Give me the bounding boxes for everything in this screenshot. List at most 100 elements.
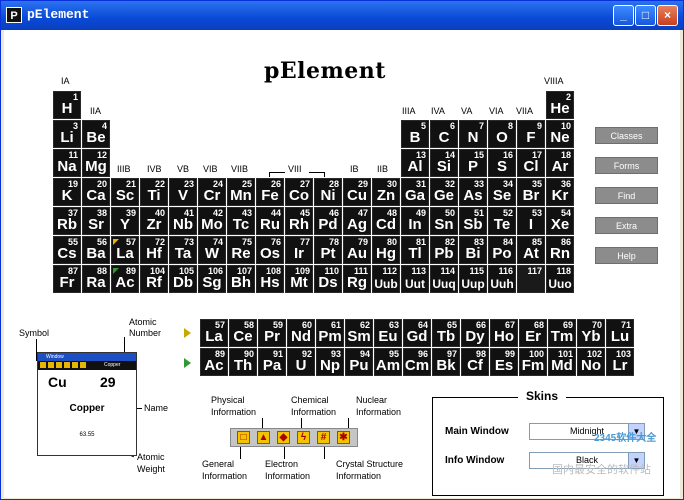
element-cell[interactable]: 104 Rf (140, 265, 168, 293)
element-cell[interactable]: 95 Am (374, 348, 402, 376)
element-cell[interactable]: 88 Ra (82, 265, 110, 293)
element-cell[interactable]: 42 Mo (198, 207, 226, 235)
element-cell[interactable]: 115 Uup (459, 265, 487, 293)
element-cell[interactable]: 36 Kr (546, 178, 574, 206)
element-cell[interactable]: 118 Uuo (546, 265, 574, 293)
element-cell[interactable]: 9F (517, 120, 545, 148)
element-cell[interactable]: 79 Au (343, 236, 371, 264)
element-cell[interactable]: 69 Tm (548, 319, 576, 347)
element-cell[interactable]: 25 Mn (227, 178, 255, 206)
element-cell[interactable]: 64 Gd (403, 319, 431, 347)
element-cell[interactable]: 117 (517, 265, 545, 293)
element-cell[interactable]: 24 Cr (198, 178, 226, 206)
minimize-button[interactable]: _ (613, 5, 634, 26)
element-cell[interactable]: 39 Y (111, 207, 139, 235)
element-cell[interactable]: 54 Xe (546, 207, 574, 235)
element-cell[interactable]: 22 Ti (140, 178, 168, 206)
element-cell[interactable]: 65 Tb (432, 319, 460, 347)
general-info-icon[interactable]: □ (237, 431, 250, 444)
element-cell[interactable]: 111 Rg (343, 265, 371, 293)
element-cell[interactable]: 114 Uuq (430, 265, 458, 293)
element-cell[interactable]: 49 In (401, 207, 429, 235)
element-cell[interactable]: 75 Re (227, 236, 255, 264)
element-cell[interactable]: 100 Fm (519, 348, 547, 376)
find-button[interactable]: Find (595, 187, 658, 204)
element-cell[interactable]: 10 Ne (546, 120, 574, 148)
element-cell[interactable]: 32 Ge (430, 178, 458, 206)
element-cell[interactable]: 70 Yb (577, 319, 605, 347)
element-cell[interactable]: 98 Cf (461, 348, 489, 376)
element-cell[interactable]: 47 Ag (343, 207, 371, 235)
element-cell[interactable]: 92 U (287, 348, 315, 376)
element-cell[interactable]: 108 Hs (256, 265, 284, 293)
element-cell[interactable]: 74 W (198, 236, 226, 264)
element-cell[interactable]: 45 Rh (285, 207, 313, 235)
element-cell[interactable]: 57 La (200, 319, 228, 347)
element-cell[interactable]: 50 Sn (430, 207, 458, 235)
crystal-structure-icon[interactable]: # (317, 431, 330, 444)
element-cell[interactable]: 21 Sc (111, 178, 139, 206)
element-cell[interactable]: 4 Be (82, 120, 110, 148)
element-cell[interactable]: 48 Cd (372, 207, 400, 235)
element-cell[interactable]: 116 Uuh (488, 265, 516, 293)
element-cell[interactable]: 109 Mt (285, 265, 313, 293)
element-cell[interactable]: 1H (53, 91, 81, 119)
nuclear-info-icon[interactable]: ✱ (337, 431, 350, 444)
element-cell[interactable]: 14 Si (430, 149, 458, 177)
element-cell[interactable]: 6C (430, 120, 458, 148)
element-cell[interactable]: 90 Th (229, 348, 257, 376)
element-cell[interactable]: 34 Se (488, 178, 516, 206)
element-cell[interactable]: 3 Li (53, 120, 81, 148)
element-cell[interactable]: 67 Ho (490, 319, 518, 347)
element-cell[interactable]: 78 Pt (314, 236, 342, 264)
element-cell[interactable]: 99 Es (490, 348, 518, 376)
element-cell[interactable]: 12 Mg (82, 149, 110, 177)
element-cell[interactable]: 19 K (53, 178, 81, 206)
element-cell[interactable]: 44 Ru (256, 207, 284, 235)
element-cell[interactable]: 7N (459, 120, 487, 148)
element-cell[interactable]: 20 Ca (82, 178, 110, 206)
forms-button[interactable]: Forms (595, 157, 658, 174)
element-cell[interactable]: 15 P (459, 149, 487, 177)
element-cell[interactable]: 40 Zr (140, 207, 168, 235)
element-cell[interactable]: 85 At (517, 236, 545, 264)
element-cell[interactable]: 41 Nb (169, 207, 197, 235)
element-cell[interactable]: 17 Cl (517, 149, 545, 177)
element-cell[interactable]: 31 Ga (401, 178, 429, 206)
element-cell[interactable]: 55 Cs (53, 236, 81, 264)
element-cell[interactable]: 66 Dy (461, 319, 489, 347)
element-cell[interactable]: 83 Bi (459, 236, 487, 264)
element-cell[interactable]: 106 Sg (198, 265, 226, 293)
element-cell[interactable]: 27 Co (285, 178, 313, 206)
title-bar[interactable]: P pElement _ □ × (1, 1, 683, 30)
element-cell[interactable]: 38 Sr (82, 207, 110, 235)
element-cell[interactable]: 63 Eu (374, 319, 402, 347)
element-cell[interactable]: 82 Pb (430, 236, 458, 264)
element-cell[interactable]: 51 Sb (459, 207, 487, 235)
chemical-info-icon[interactable]: ϟ (297, 431, 310, 444)
element-cell[interactable]: 81 Tl (401, 236, 429, 264)
element-cell[interactable]: 11 Na (53, 149, 81, 177)
element-cell[interactable]: 93 Np (316, 348, 344, 376)
maximize-button[interactable]: □ (635, 5, 656, 26)
element-cell[interactable]: 60 Nd (287, 319, 315, 347)
element-cell[interactable]: 5B (401, 120, 429, 148)
element-cell[interactable]: 58 Ce (229, 319, 257, 347)
close-button[interactable]: × (657, 5, 678, 26)
element-cell[interactable]: 110 Ds (314, 265, 342, 293)
element-cell[interactable]: 86 Rn (546, 236, 574, 264)
element-cell[interactable]: 107 Bh (227, 265, 255, 293)
element-cell[interactable]: 91 Pa (258, 348, 286, 376)
element-cell[interactable]: 52 Te (488, 207, 516, 235)
element-cell[interactable]: 94 Pu (345, 348, 373, 376)
element-cell[interactable]: 13 Al (401, 149, 429, 177)
element-cell[interactable]: 73 Ta (169, 236, 197, 264)
help-button[interactable]: Help (595, 247, 658, 264)
element-cell[interactable]: 28 Ni (314, 178, 342, 206)
element-cell[interactable]: 33 As (459, 178, 487, 206)
element-cell[interactable]: 103 Lr (606, 348, 634, 376)
element-cell[interactable]: 112 Uub (372, 265, 400, 293)
element-cell[interactable]: 76 Os (256, 236, 284, 264)
electron-info-icon[interactable]: ◆ (277, 431, 290, 444)
element-cell[interactable]: 16 S (488, 149, 516, 177)
